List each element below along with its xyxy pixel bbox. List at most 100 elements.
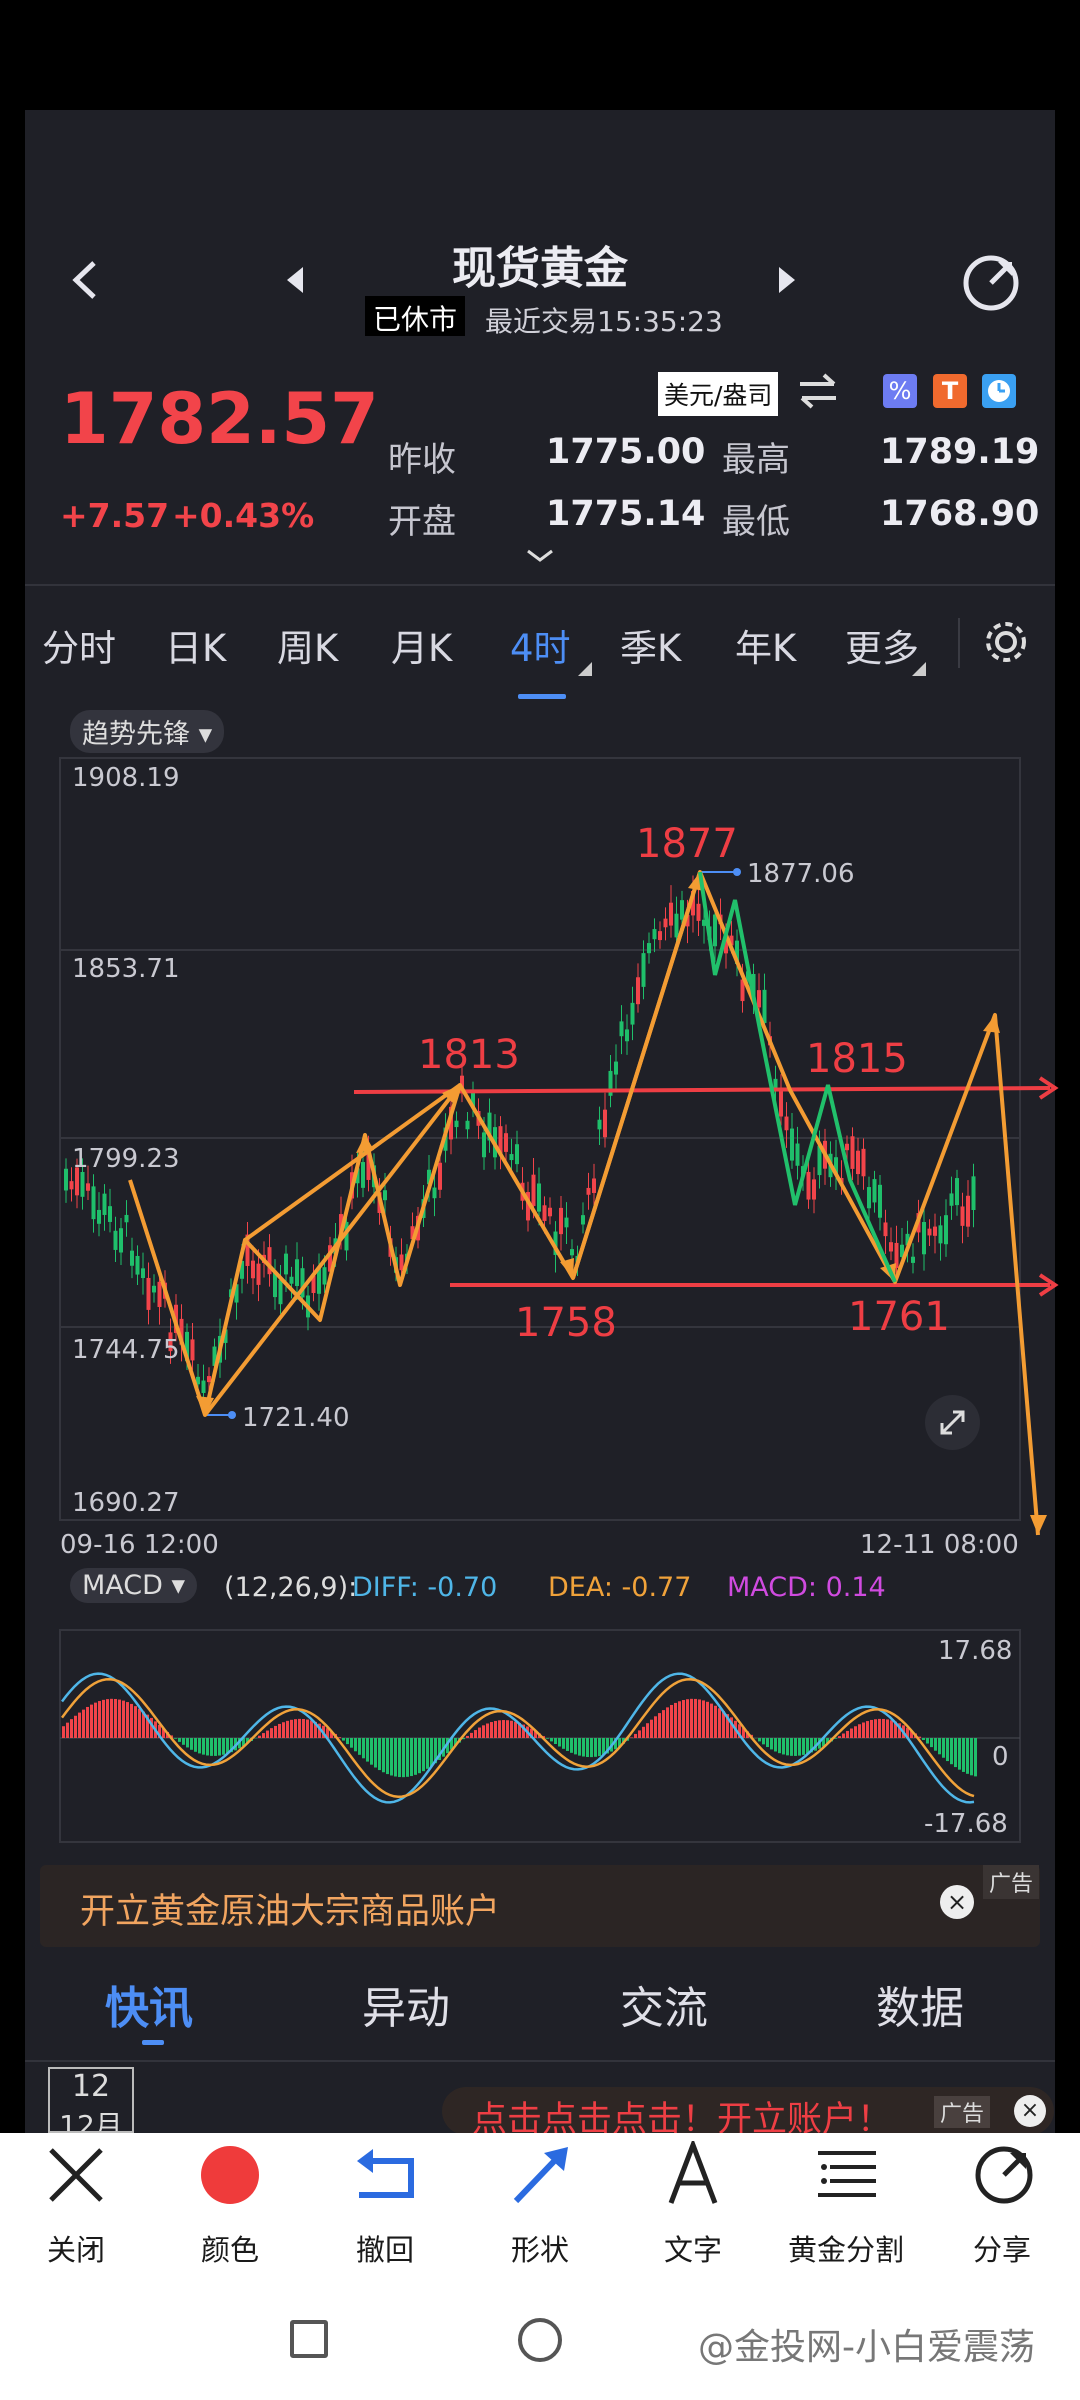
macd-histogram-bar: [846, 1730, 849, 1738]
feed-tab-community[interactable]: 交流: [620, 1972, 708, 2036]
macd-histogram-bar: [594, 1738, 597, 1757]
macd-histogram-bar: [402, 1738, 405, 1778]
macd-histogram-bar: [554, 1738, 557, 1745]
macd-histogram-bar: [938, 1738, 941, 1755]
macd-histogram-bar: [182, 1738, 185, 1745]
macd-histogram-bar: [478, 1727, 481, 1738]
macd-histogram-bar: [418, 1738, 421, 1774]
macd-histogram-bar: [366, 1738, 369, 1762]
feed-tab-data[interactable]: 数据: [876, 1972, 964, 2036]
macd-histogram-bar: [122, 1700, 125, 1738]
macd-histogram-bar: [970, 1738, 973, 1776]
macd-histogram-bar: [282, 1722, 285, 1738]
macd-histogram-bar: [70, 1719, 73, 1738]
ad-banner-text: 开立黄金原油大宗商品账户: [80, 1892, 501, 1932]
macd-histogram-bar: [926, 1738, 929, 1744]
feed-tab-underline: [142, 2040, 164, 2045]
macd-histogram-bar: [430, 1738, 433, 1767]
macd-histogram-bar: [802, 1738, 805, 1755]
tool-label: 形状: [510, 2233, 569, 2267]
macd-histogram-bar: [262, 1733, 265, 1738]
home-button[interactable]: [518, 2318, 562, 2362]
feed-tab-flash[interactable]: 快讯: [105, 1972, 193, 2036]
macd-histogram-bar: [98, 1701, 101, 1738]
color-dot-icon: [201, 2146, 259, 2204]
date-month: 12月: [59, 2109, 123, 2133]
macd-histogram-bar: [678, 1701, 681, 1738]
ad-close-button[interactable]: ×: [940, 1885, 974, 1919]
macd-histogram-bar: [354, 1738, 357, 1752]
macd-histogram-bar: [874, 1719, 877, 1738]
macd-histogram-bar: [342, 1738, 345, 1741]
macd-histogram-bar: [782, 1738, 785, 1755]
macd-histogram-bar: [878, 1718, 881, 1738]
macd-histogram-bar: [106, 1699, 109, 1738]
macd-histogram-bar: [474, 1730, 477, 1738]
date-day: 12: [71, 2069, 111, 2104]
macd-histogram-bar: [502, 1720, 505, 1738]
macd-histogram-bar: [510, 1720, 513, 1738]
macd-histogram-bar: [90, 1704, 93, 1738]
macd-histogram-bar: [718, 1708, 721, 1738]
macd-histogram-bar: [550, 1738, 553, 1742]
macd-histogram-bar: [930, 1738, 933, 1748]
macd-histogram-bar: [426, 1738, 429, 1769]
macd-histogram-bar: [414, 1738, 417, 1775]
feed-tab-movement[interactable]: 异动: [362, 1972, 450, 2036]
macd-histogram-bar: [178, 1738, 181, 1742]
macd-histogram-bar: [698, 1699, 701, 1738]
macd-histogram-bar: [378, 1738, 381, 1771]
macd-histogram-bar: [634, 1733, 637, 1738]
macd-chart[interactable]: 17.68 0 -17.68: [0, 0, 1080, 1900]
macd-histogram-bar: [942, 1738, 945, 1758]
share-icon: [975, 2146, 1033, 2204]
macd-histogram-bar: [186, 1738, 189, 1748]
macd-histogram-bar: [958, 1738, 961, 1770]
macd-histogram-bar: [514, 1721, 517, 1738]
recent-apps-button[interactable]: [290, 2320, 328, 2358]
macd-histogram-bar: [582, 1738, 585, 1757]
macd-histogram-bar: [854, 1726, 857, 1738]
macd-histogram-bar: [302, 1719, 305, 1738]
macd-histogram-bar: [778, 1738, 781, 1754]
macd-histogram-bar: [766, 1738, 769, 1748]
macd-histogram-bar: [706, 1701, 709, 1738]
macd-histogram-bar: [310, 1720, 313, 1738]
macd-histogram-bar: [578, 1738, 581, 1756]
macd-y-mid: 0: [992, 1742, 1009, 1772]
macd-histogram-bar: [558, 1738, 561, 1747]
macd-histogram-bar: [86, 1706, 89, 1738]
ad-tag: 广告: [983, 1865, 1040, 1899]
macd-histogram-bar: [374, 1738, 377, 1768]
macd-histogram-bar: [658, 1713, 661, 1738]
ad-banner[interactable]: 开立黄金原油大宗商品账户 × 广告: [40, 1865, 1040, 1947]
macd-histogram-bar: [286, 1720, 289, 1738]
macd-histogram-bar: [630, 1737, 633, 1738]
tool-label: 文字: [663, 2233, 722, 2267]
macd-histogram-bar: [382, 1738, 385, 1773]
floating-ad-close-button[interactable]: ×: [1014, 2095, 1046, 2127]
macd-histogram-bar: [398, 1738, 401, 1778]
macd-histogram-bar: [546, 1738, 549, 1739]
tool-label: 颜色: [200, 2233, 259, 2267]
macd-histogram-bar: [774, 1738, 777, 1752]
macd-histogram-bar: [714, 1705, 717, 1738]
floating-ad[interactable]: 点击点击点击！开立账户！ 广告 ×: [442, 2087, 1054, 2140]
macd-histogram-bar: [78, 1712, 81, 1738]
macd-histogram-bar: [202, 1738, 205, 1755]
macd-histogram-bar: [62, 1726, 65, 1738]
macd-histogram-bar: [422, 1738, 425, 1772]
macd-histogram-bar: [198, 1738, 201, 1754]
macd-histogram-bar: [966, 1738, 969, 1774]
macd-histogram-bar: [962, 1738, 965, 1772]
macd-y-top: 17.68: [938, 1636, 1012, 1666]
macd-histogram-bar: [702, 1700, 705, 1738]
macd-histogram-bar: [762, 1738, 765, 1745]
macd-histogram-bar: [794, 1738, 797, 1756]
divider: [25, 2060, 1055, 2062]
macd-histogram-bar: [886, 1719, 889, 1738]
macd-histogram-bar: [394, 1738, 397, 1777]
macd-histogram-bar: [862, 1722, 865, 1738]
macd-histogram-bar: [694, 1698, 697, 1738]
macd-histogram-bar: [222, 1738, 225, 1755]
